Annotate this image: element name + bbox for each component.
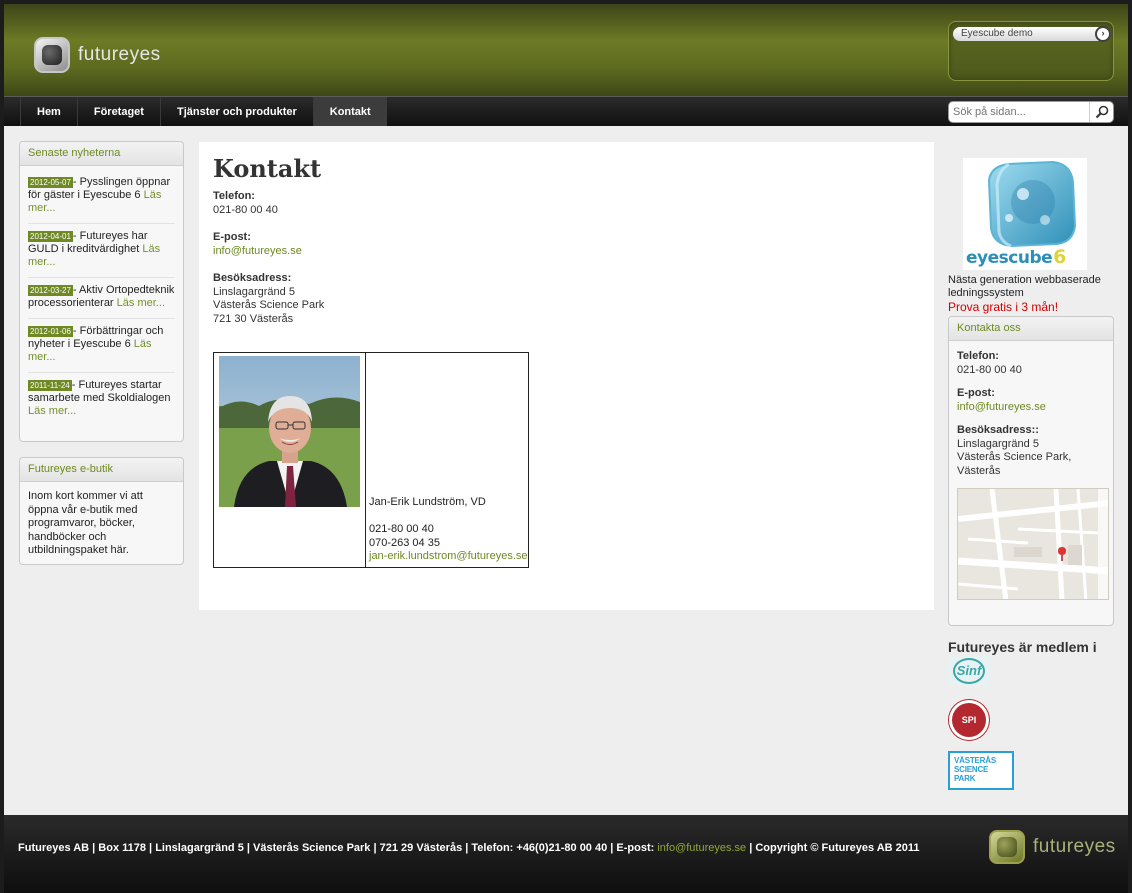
- address-line: Västerås: [957, 464, 1001, 477]
- demo-select[interactable]: Eyescube demo ›: [953, 26, 1111, 42]
- main-navbar: Hem Företaget Tjänster och produkter Kon…: [4, 96, 1128, 127]
- news-date: 2012-04-01: [28, 231, 73, 242]
- footer-email-link[interactable]: info@futureyes.se: [657, 842, 746, 854]
- news-item: 2011-11-24- Futureyes startar samarbete …: [28, 379, 171, 417]
- phone-label: Telefon:: [213, 190, 255, 202]
- address-line: 721 30 Västerås: [213, 312, 294, 325]
- news-item: 2012-04-01- Futureyes har GULD i kreditv…: [28, 224, 175, 278]
- footer-copyright: | Copyright © Futureyes AB 2011: [746, 842, 920, 854]
- main-nav: Hem Företaget Tjänster och produkter Kon…: [20, 97, 387, 127]
- footer-info: Futureyes AB | Box 1178 | Linslagargränd…: [18, 842, 658, 854]
- email-label: E-post:: [957, 387, 995, 399]
- news-date: 2012-05-07: [28, 177, 73, 188]
- vsp-logo-text: VÄSTERÅS SCIENCE PARK: [954, 756, 996, 783]
- eshop-box: Futureyes e-butik Inom kort kommer vi at…: [19, 457, 184, 565]
- address-line: Västerås Science Park,: [957, 451, 1072, 463]
- site-header: futureyes Eyescube demo ›: [4, 4, 1128, 96]
- read-more-link[interactable]: Läs mer...: [28, 405, 76, 417]
- staff-table: Jan-Erik Lundström, VD 021-80 00 40 070-…: [213, 352, 529, 568]
- staff-email-link[interactable]: jan-erik.lundstrom@futureyes.se: [369, 550, 528, 564]
- spi-logo-text: SPI: [952, 703, 986, 737]
- read-more-link[interactable]: Läs mer...: [117, 297, 165, 309]
- staff-mobile: 070-263 04 35: [369, 536, 440, 549]
- vasteras-science-park-logo[interactable]: VÄSTERÅS SCIENCE PARK: [948, 751, 1014, 790]
- map-scrollbar[interactable]: [1098, 489, 1108, 599]
- search-input[interactable]: [953, 104, 1087, 120]
- phone-label: Telefon:: [957, 350, 999, 362]
- news-box-title: Senaste nyheterna: [20, 142, 183, 166]
- search-button[interactable]: [1089, 102, 1113, 122]
- table-divider: [365, 353, 366, 567]
- staff-photo: [219, 356, 360, 507]
- address-line: Västerås Science Park: [213, 299, 325, 311]
- contact-box-body: Telefon: 021-80 00 40 E-post: info@futur…: [949, 341, 1113, 608]
- eyescube-word2: cube: [1008, 248, 1053, 268]
- staff-phone: 021-80 00 40: [369, 523, 434, 535]
- footer-logo[interactable]: futureyes: [989, 830, 1116, 864]
- futureyes-footer-logo-icon: [989, 830, 1025, 864]
- site-footer: Futureyes AB | Box 1178 | Linslagargränd…: [4, 815, 1128, 893]
- eyescube-word1: eyes: [966, 248, 1009, 268]
- main-content: Kontakt Telefon: 021-80 00 40 E-post: in…: [199, 142, 934, 610]
- staff-info: Jan-Erik Lundström, VD 021-80 00 40 070-…: [369, 496, 528, 564]
- demo-select-value: Eyescube demo: [961, 28, 1033, 39]
- footer-text: Futureyes AB | Box 1178 | Linslagargränd…: [18, 842, 920, 854]
- sinf-logo-text: Sinf: [953, 658, 985, 684]
- address-line: Linslagargränd 5: [213, 285, 295, 298]
- futureyes-logo[interactable]: futureyes: [34, 35, 164, 75]
- sinf-logo[interactable]: Sinf: [948, 656, 990, 686]
- news-item: 2012-05-07- Pysslingen öppnar för gäster…: [28, 170, 175, 224]
- email-label: E-post:: [213, 231, 251, 243]
- contact-box: Kontakta oss Telefon: 021-80 00 40 E-pos…: [948, 316, 1114, 626]
- eshop-text: Inom kort kommer vi att öppna vår e-buti…: [28, 490, 143, 556]
- news-box: Senaste nyheterna 2012-05-07- Pysslingen…: [19, 141, 184, 442]
- address-label: Besöksadress:: [213, 272, 292, 284]
- nav-item-kontakt[interactable]: Kontakt: [312, 97, 387, 127]
- eyescube-version: 6: [1053, 246, 1066, 268]
- demo-panel: Eyescube demo ›: [948, 21, 1114, 81]
- nav-item-foretaget[interactable]: Företaget: [76, 97, 160, 127]
- email-link[interactable]: info@futureyes.se: [213, 245, 324, 259]
- address-line: Linslagargränd 5: [957, 437, 1039, 450]
- futureyes-logo-icon: [34, 37, 70, 73]
- location-map[interactable]: [957, 488, 1109, 600]
- eyescube-wordmark: eyescube6: [966, 246, 1066, 268]
- staff-name: Jan-Erik Lundström, VD: [369, 496, 486, 508]
- eyescube-logo[interactable]: eyescube6: [963, 158, 1087, 270]
- contact-info: Telefon: 021-80 00 40 E-post: info@futur…: [213, 190, 324, 326]
- demo-go-button[interactable]: ›: [1095, 26, 1111, 42]
- news-date: 2012-03-27: [28, 285, 73, 296]
- search-box: [948, 101, 1114, 123]
- nav-item-tjanster[interactable]: Tjänster och produkter: [159, 97, 313, 127]
- news-item: 2012-03-27- Aktiv Ortopedteknik processo…: [28, 278, 175, 319]
- nav-item-hem[interactable]: Hem: [20, 97, 77, 127]
- address-label: Besöksadress::: [957, 424, 1039, 436]
- spi-logo[interactable]: SPI: [948, 701, 990, 739]
- email-link[interactable]: info@futureyes.se: [957, 401, 1105, 415]
- footer-logo-text: futureyes: [1033, 836, 1116, 857]
- news-list: 2012-05-07- Pysslingen öppnar för gäster…: [20, 166, 183, 434]
- promo-link[interactable]: Prova gratis i 3 mån!: [948, 300, 1058, 314]
- eshop-box-title: Futureyes e-butik: [20, 458, 183, 482]
- news-date: 2011-11-24: [28, 380, 72, 391]
- search-icon: [1095, 105, 1109, 119]
- phone-value: 021-80 00 40: [213, 203, 278, 216]
- news-item: 2012-01-06- Förbättringar och nyheter i …: [28, 319, 175, 373]
- members-title: Futureyes är medlem i: [948, 639, 1097, 655]
- news-date: 2012-01-06: [28, 326, 73, 337]
- contact-box-title: Kontakta oss: [949, 317, 1113, 341]
- eyescube-caption: Nästa generation webbaserade ledningssys…: [948, 274, 1101, 299]
- phone-value: 021-80 00 40: [957, 363, 1022, 376]
- page-title: Kontakt: [213, 154, 322, 183]
- logo-text: futureyes: [78, 44, 161, 65]
